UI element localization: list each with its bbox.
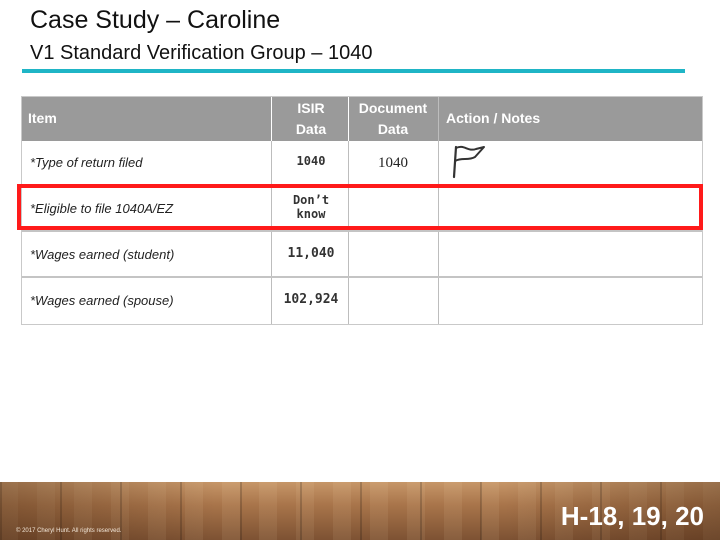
- row-item: *Wages earned (student): [30, 247, 175, 262]
- row-divider: [22, 230, 702, 232]
- table-header: Item ISIR Data Document Data Action / No…: [22, 97, 702, 141]
- row-divider: [22, 276, 702, 278]
- row-isir-value: 11,040: [287, 246, 335, 261]
- header-document-line1: Document: [358, 100, 428, 116]
- flag-icon: [450, 143, 490, 179]
- highlight-box: [17, 184, 703, 230]
- slide-subtitle: V1 Standard Verification Group – 1040: [30, 42, 373, 64]
- header-action: Action / Notes: [446, 110, 541, 126]
- header-divider: [348, 97, 349, 141]
- header-isir-line2: Data: [295, 121, 327, 137]
- header-isir: ISIR Data: [274, 98, 348, 140]
- row-item: *Wages earned (spouse): [30, 293, 174, 308]
- slide-reference: H-18, 19, 20: [560, 501, 704, 531]
- header-divider: [271, 97, 272, 141]
- wood-floor-footer: © 2017 Cheryl Hunt. All rights reserved.…: [0, 482, 720, 540]
- slide-title: Case Study – Caroline: [30, 6, 281, 34]
- title-underline: [22, 69, 685, 73]
- row-item: *Type of return filed: [30, 155, 143, 170]
- header-item: Item: [28, 110, 57, 126]
- header-isir-line1: ISIR: [297, 100, 325, 116]
- header-document-line2: Data: [377, 121, 409, 137]
- row-isir-value: 1040: [296, 154, 326, 168]
- header-document: Document Data: [348, 98, 438, 140]
- copyright-text: © 2017 Cheryl Hunt. All rights reserved.: [16, 528, 122, 534]
- row-isir-value: 102,924: [283, 292, 339, 307]
- row-document-value: 1040: [378, 155, 408, 171]
